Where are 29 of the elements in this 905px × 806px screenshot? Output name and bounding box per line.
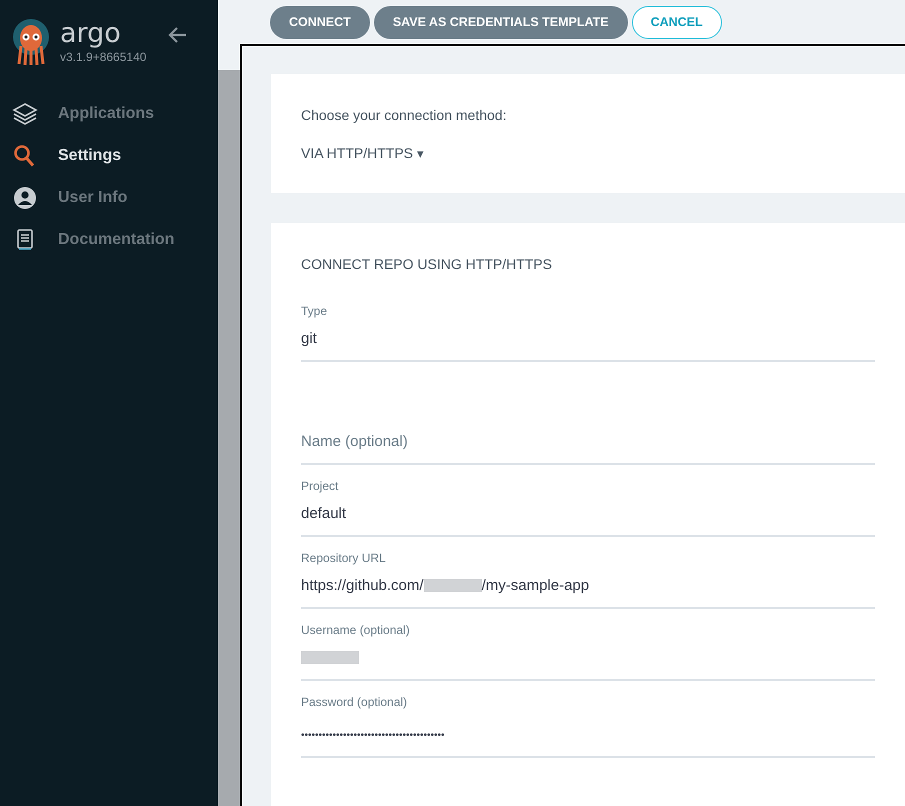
toolbar-button[interactable]: SAVE AS CREDENTIALS TEMPLATE [374, 6, 628, 38]
input-field[interactable]: Name (optional) [301, 432, 875, 465]
redaction-block [301, 650, 359, 664]
field-label: Project [301, 479, 340, 493]
field-label: Repository URL [301, 551, 387, 565]
redaction-block [424, 578, 482, 592]
nav-item[interactable]: Documentation [0, 226, 218, 254]
brand-name: argo [60, 18, 122, 50]
input-field[interactable]: git [301, 329, 875, 362]
back-arrow-icon[interactable] [168, 26, 188, 44]
version-label: v3.1.9+8665140 [60, 50, 148, 64]
toolbar-button[interactable]: CONNECT [270, 6, 370, 38]
user-icon [12, 186, 38, 210]
nav-item[interactable]: User Info [0, 184, 218, 212]
toolbar-button[interactable]: CANCEL [632, 6, 722, 38]
octopus-logo-icon [12, 18, 50, 66]
input-field[interactable]: default [301, 504, 875, 537]
field-label: Password (optional) [301, 695, 408, 709]
input-field[interactable]: https://github.com/ /my-sample-app [301, 576, 875, 609]
layers-icon [12, 102, 38, 126]
method-prompt: Choose your connection method: [301, 107, 508, 123]
input-field[interactable] [301, 648, 875, 681]
form-title: CONNECT REPO USING HTTP/HTTPS [301, 256, 553, 272]
password-field[interactable]: ••••••••••••••••••••••••••••••••••••••••• [301, 720, 875, 758]
field-label: Type [301, 304, 328, 318]
nav-item[interactable]: Settings [0, 142, 218, 170]
method-dropdown[interactable]: VIA HTTP/HTTPS ▾ [301, 145, 424, 161]
nav-item[interactable]: Applications [0, 100, 218, 128]
field-label: Username (optional) [301, 623, 411, 637]
